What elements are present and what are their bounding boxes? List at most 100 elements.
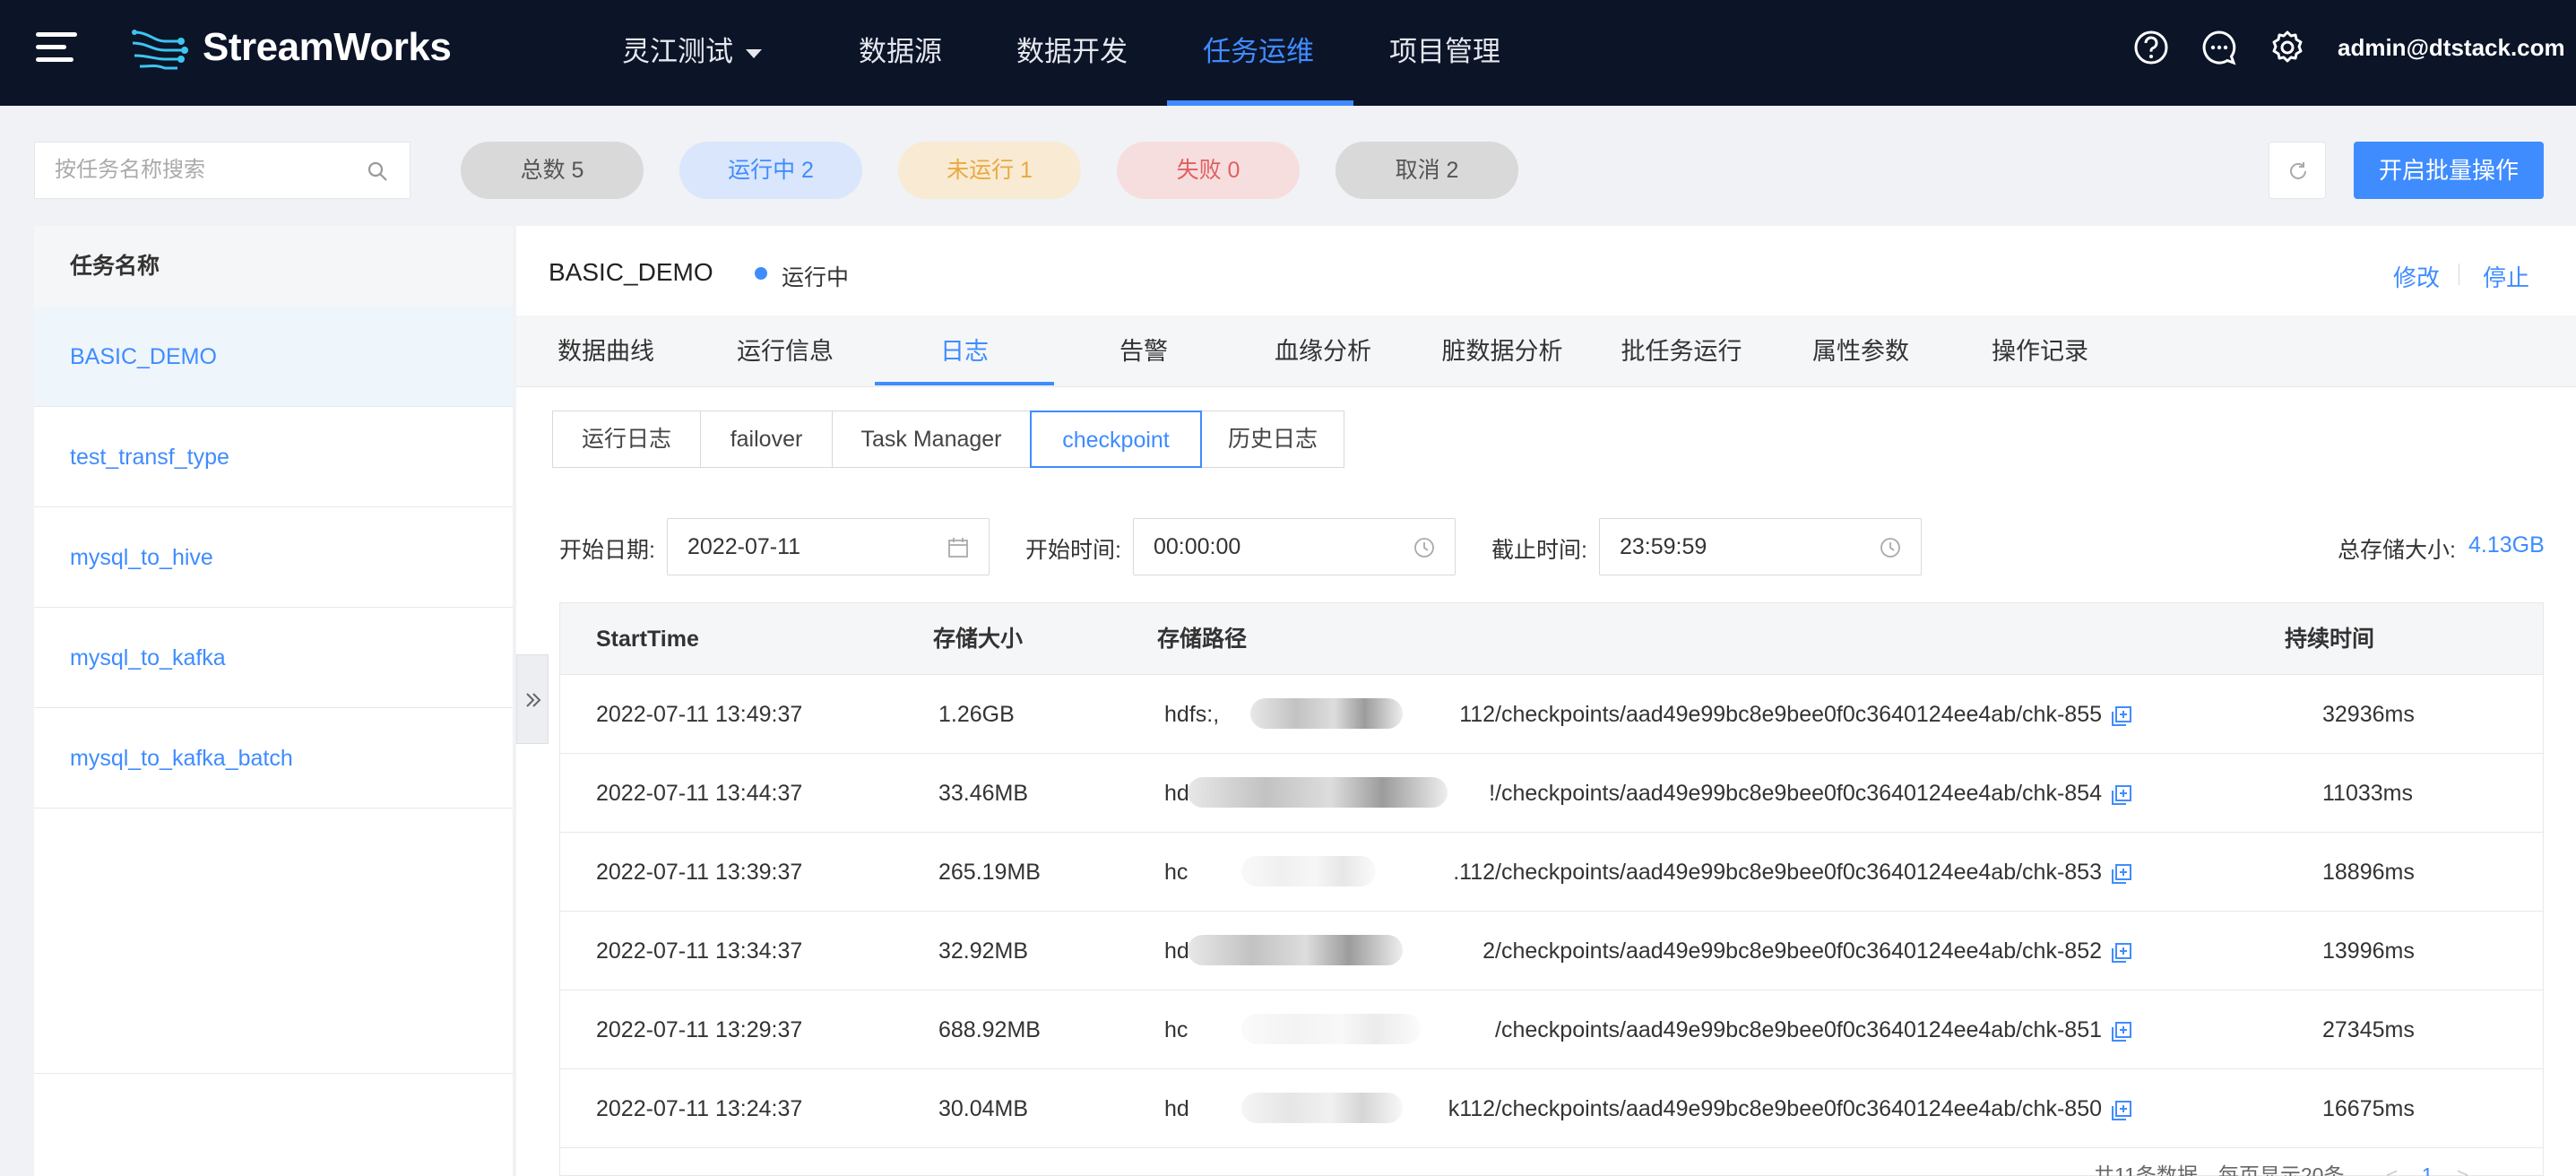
filter-not-running[interactable]: 未运行 1	[898, 142, 1081, 199]
copy-icon[interactable]	[2109, 1098, 2134, 1123]
logtab-checkpoint[interactable]: checkpoint	[1030, 411, 1202, 468]
refresh-button[interactable]	[2269, 142, 2326, 199]
project-selector[interactable]: 灵江测试	[622, 29, 762, 69]
copy-icon[interactable]	[2109, 1019, 2134, 1044]
task-list-panel: 任务名称 BASIC_DEMO test_transf_type mysql_t…	[34, 226, 513, 1176]
search-icon[interactable]	[367, 160, 388, 182]
tab-lineage[interactable]: 血缘分析	[1233, 316, 1413, 387]
nav-data-development[interactable]: 数据开发	[1016, 29, 1128, 69]
tab-alert[interactable]: 告警	[1054, 316, 1233, 387]
cell-path-prefix: hd	[1164, 938, 1189, 964]
logtab-run-log[interactable]: 运行日志	[552, 411, 701, 468]
help-icon[interactable]	[2133, 30, 2169, 65]
column-header-size[interactable]: 存储大小	[933, 603, 1023, 675]
copy-icon[interactable]	[2109, 940, 2134, 965]
task-list-item[interactable]: test_transf_type	[34, 407, 513, 507]
column-header-starttime[interactable]: StartTime	[596, 603, 699, 675]
tab-operation-log[interactable]: 操作记录	[1950, 316, 2130, 387]
active-tab-indicator	[875, 382, 1054, 385]
task-search-box[interactable]	[34, 142, 411, 199]
filter-cancelled[interactable]: 取消 2	[1336, 142, 1518, 199]
filter-running[interactable]: 运行中 2	[679, 142, 862, 199]
logtab-failover[interactable]: failover	[700, 411, 833, 468]
task-list-header: 任务名称	[34, 226, 513, 307]
filter-total[interactable]: 总数 5	[461, 142, 644, 199]
task-title: BASIC_DEMO	[549, 258, 713, 286]
cell-size: 688.92MB	[938, 1017, 1041, 1042]
double-chevron-right-icon	[526, 693, 541, 707]
page-number[interactable]: 1	[2422, 1163, 2433, 1176]
cell-path: 2/checkpoints/aad49e99bc8e9bee0f0c364012…	[1482, 938, 2102, 964]
task-list-item[interactable]: mysql_to_kafka_batch	[34, 708, 513, 808]
cell-duration: 32936ms	[2322, 702, 2415, 727]
start-time-input[interactable]	[1154, 519, 1405, 575]
nav-task-operations[interactable]: 任务运维	[1203, 29, 1314, 69]
next-page-icon[interactable]: >	[2457, 1163, 2468, 1176]
cell-path: 112/checkpoints/aad49e99bc8e9bee0f0c3640…	[1459, 702, 2102, 727]
prev-page-icon[interactable]: <	[2386, 1163, 2398, 1176]
end-time-picker[interactable]	[1599, 518, 1922, 575]
cell-size: 1.26GB	[938, 702, 1015, 727]
cell-start-time: 2022-07-11 13:39:37	[596, 860, 803, 885]
status-dot-icon	[755, 267, 767, 280]
edit-link[interactable]: 修改	[2393, 260, 2440, 293]
table-row: 2022-07-11 13:44:37 33.46MB hd !/checkpo…	[560, 754, 2543, 833]
gear-icon[interactable]	[2269, 30, 2305, 65]
cell-path-prefix: hc	[1164, 860, 1189, 885]
user-account[interactable]: admin@dtstack.com	[2338, 34, 2565, 62]
tab-dirty-data[interactable]: 脏数据分析	[1413, 316, 1592, 387]
column-header-duration[interactable]: 持续时间	[2285, 603, 2374, 675]
nav-project-management[interactable]: 项目管理	[1389, 29, 1500, 69]
tab-log[interactable]: 日志	[875, 316, 1054, 387]
end-time-label: 截止时间:	[1491, 538, 1587, 563]
total-storage-label: 总存储大小:	[2338, 538, 2456, 563]
start-time-label: 开始时间:	[1025, 538, 1121, 563]
task-list-item[interactable]: BASIC_DEMO	[34, 307, 513, 407]
stop-link[interactable]: 停止	[2483, 260, 2529, 293]
cell-duration: 18896ms	[2322, 860, 2415, 885]
tab-batch-run[interactable]: 批任务运行	[1592, 316, 1771, 387]
logtab-task-manager[interactable]: Task Manager	[832, 411, 1031, 468]
task-list-item[interactable]: mysql_to_hive	[34, 507, 513, 608]
copy-icon[interactable]	[2109, 704, 2134, 729]
redacted-mask	[1188, 777, 1448, 808]
hamburger-menu-icon[interactable]	[36, 32, 77, 65]
clock-icon	[1414, 538, 1434, 558]
active-nav-indicator	[1167, 100, 1353, 106]
message-icon[interactable]	[2201, 30, 2237, 65]
caret-down-icon	[746, 48, 762, 58]
column-header-path: 存储路径	[1157, 627, 1248, 652]
logtab-history[interactable]: 历史日志	[1201, 411, 1344, 468]
cell-path-prefix: hdfs:,	[1164, 702, 1220, 727]
cell-path-prefix: hc	[1164, 1017, 1189, 1042]
table-row: 2022-07-11 13:34:37 32.92MB hd 2/checkpo…	[560, 912, 2543, 990]
pagination-summary: 共11条数据，每页显示20条	[2094, 1163, 2345, 1176]
redacted-mask	[1250, 698, 1403, 729]
start-date-input[interactable]	[687, 519, 938, 575]
cell-start-time: 2022-07-11 13:49:37	[596, 702, 803, 727]
table-header: StartTime 存储大小 存储路径 持续时间	[560, 603, 2543, 675]
copy-icon[interactable]	[2109, 861, 2134, 886]
tab-properties[interactable]: 属性参数	[1771, 316, 1950, 387]
redacted-mask	[1241, 856, 1376, 886]
cell-path: /checkpoints/aad49e99bc8e9bee0f0c3640124…	[1495, 1017, 2102, 1042]
task-search-input[interactable]	[55, 143, 377, 198]
cell-size: 265.19MB	[938, 860, 1041, 885]
pagination: 共11条数据，每页显示20条 < 1 >	[2094, 1158, 2468, 1176]
collapse-panel-button[interactable]	[516, 654, 549, 744]
nav-datasource[interactable]: 数据源	[859, 29, 942, 69]
copy-icon[interactable]	[2109, 783, 2134, 808]
task-list-item[interactable]: mysql_to_kafka	[34, 608, 513, 708]
batch-operation-button[interactable]: 开启批量操作	[2354, 142, 2544, 199]
brand-name: StreamWorks	[203, 25, 452, 69]
table-row: 2022-07-11 13:49:37 1.26GB hdfs:, 112/ch…	[560, 675, 2543, 754]
start-date-picker[interactable]	[667, 518, 990, 575]
end-time-input[interactable]	[1620, 519, 1871, 575]
start-time-picker[interactable]	[1133, 518, 1456, 575]
tab-data-curve[interactable]: 数据曲线	[516, 316, 696, 387]
cell-path-prefix: hd	[1164, 1096, 1189, 1121]
streamworks-logo-icon	[132, 30, 188, 70]
tab-run-info[interactable]: 运行信息	[696, 316, 875, 387]
filter-failed[interactable]: 失败 0	[1117, 142, 1300, 199]
refresh-icon	[2290, 162, 2306, 179]
